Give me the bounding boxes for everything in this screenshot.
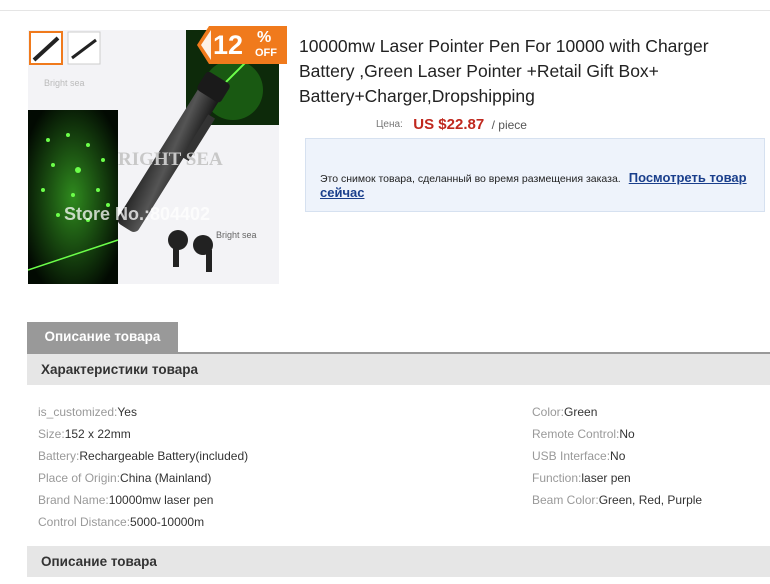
discount-off-label: OFF (255, 47, 277, 59)
attribute-row: Place of Origin:China (Mainland) (38, 467, 248, 489)
attribute-value: Yes (117, 405, 137, 419)
snapshot-notice-text: Это снимок товара, сделанный во время ра… (320, 173, 621, 185)
attribute-name: Place of Origin: (38, 471, 121, 485)
attribute-row: Size:152 x 22mm (38, 423, 248, 445)
laser-pointer-photo: Bright sea RIGHT SEA Store No.:804402 Br… (28, 30, 279, 284)
attribute-name: Color: (532, 405, 565, 419)
snapshot-notice-body: Это снимок товара, сделанный во время ра… (320, 171, 760, 201)
attribute-value: Rechargeable Battery(included) (79, 449, 249, 463)
attribute-row: Remote Control:No (532, 423, 702, 445)
section-characteristics-header: Характеристики товара (27, 354, 770, 385)
discount-percent: 12 (213, 30, 244, 60)
attribute-value: 5000-10000m (130, 515, 205, 529)
attribute-row: Function:laser pen (532, 467, 702, 489)
product-title: 10000mw Laser Pointer Pen For 10000 with… (299, 36, 709, 106)
attribute-name: Control Distance: (38, 515, 131, 529)
attributes-left-column: is_customized:Yes Size:152 x 22mm Batter… (38, 401, 248, 533)
attribute-row: Brand Name:10000mw laser pen (38, 489, 248, 511)
attribute-value: Green (564, 405, 598, 419)
attribute-value: China (Mainland) (120, 471, 212, 485)
price-value: US $22.87 (413, 116, 485, 133)
attribute-name: Size: (38, 427, 65, 441)
attribute-name: Battery: (38, 449, 80, 463)
attribute-value: 152 x 22mm (64, 427, 131, 441)
attribute-value: laser pen (581, 471, 631, 485)
attribute-row: Color:Green (532, 401, 702, 423)
attribute-row: Beam Color:Green, Red, Purple (532, 489, 702, 511)
watermark-store: Store No.:804402 (64, 204, 210, 224)
attribute-row: Control Distance:5000-10000m (38, 511, 248, 533)
attribute-value: No (619, 427, 635, 441)
section-description-header: Описание товара (27, 546, 770, 577)
discount-percent-sign: % (257, 29, 272, 46)
attribute-value: No (610, 449, 626, 463)
attribute-name: Beam Color: (532, 493, 599, 507)
attribute-name: Brand Name: (38, 493, 109, 507)
attribute-name: Remote Control: (532, 427, 620, 441)
price-label: Цена: (376, 119, 403, 130)
attribute-row: is_customized:Yes (38, 401, 248, 423)
attribute-name: Function: (532, 471, 582, 485)
attribute-value: Green, Red, Purple (598, 493, 703, 507)
attribute-row: USB Interface:No (532, 445, 702, 467)
attribute-value: 10000mw laser pen (108, 493, 214, 507)
price-row: Цена: US $22.87 / piece (376, 116, 527, 136)
tab-description[interactable]: Описание товара (27, 322, 178, 353)
watermark-brand-large: RIGHT SEA (118, 149, 223, 170)
watermark-brand-bottom: Bright sea (216, 230, 257, 240)
watermark-brand-small: Bright sea (44, 78, 85, 88)
product-image[interactable]: Bright sea RIGHT SEA Store No.:804402 Br… (28, 30, 279, 284)
attributes-right-column: Color:Green Remote Control:No USB Interf… (532, 401, 702, 511)
attribute-name: is_customized: (38, 405, 118, 419)
price-unit: / piece (491, 118, 527, 132)
attribute-row: Battery:Rechargeable Battery(included) (38, 445, 248, 467)
snapshot-notice: Это снимок товара, сделанный во время ра… (305, 138, 765, 212)
top-divider (0, 10, 770, 11)
attribute-name: USB Interface: (532, 449, 611, 463)
discount-badge: 12 % OFF (197, 26, 287, 64)
